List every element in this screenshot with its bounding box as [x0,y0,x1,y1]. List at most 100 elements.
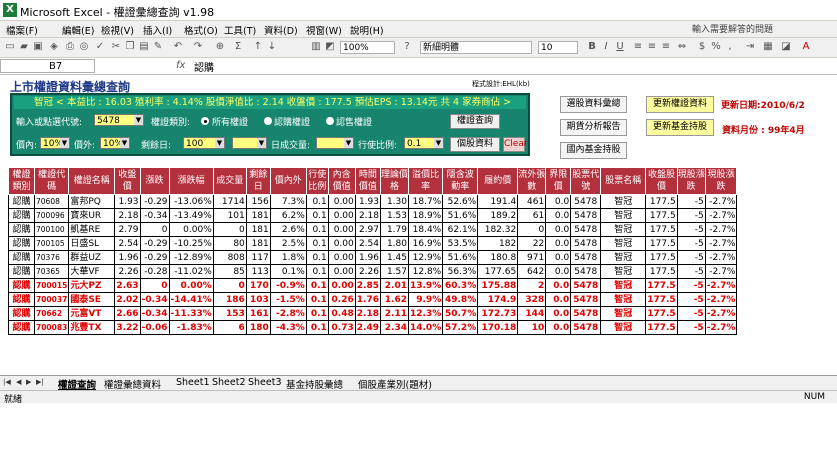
days-max-input[interactable]: ▼ [232,137,267,149]
table-cell[interactable]: 0.0 [545,222,572,237]
undo-icon[interactable]: ↶ [172,41,184,53]
table-cell[interactable]: 2.97 [354,222,381,237]
table-cell[interactable]: -0.06 [139,320,170,335]
table-cell[interactable]: 0.0 [545,194,572,209]
table-cell[interactable]: 103 [245,292,271,307]
table-cell[interactable]: 189.2 [477,208,519,223]
table-cell[interactable]: 2.26 [354,264,381,279]
table-cell[interactable]: 0.00 [327,264,356,279]
table-cell[interactable]: 認購 [8,278,35,293]
table-cell[interactable]: 153 [212,306,247,321]
chart-wizard-icon[interactable]: ▥ [310,41,322,53]
table-cell[interactable]: 700105 [33,236,70,251]
table-cell[interactable]: 170.18 [477,320,519,335]
tab-industry[interactable]: 個股產業別(題材) [358,377,432,391]
table-cell[interactable]: 0.00 [327,208,356,223]
sort-asc-icon[interactable]: ↑ [252,41,264,53]
stock-info-button[interactable]: 個股資料 [450,137,500,152]
table-cell[interactable]: 0.00 [327,236,356,251]
table-cell[interactable]: 0.0 [545,264,572,279]
underline-icon[interactable]: U [614,41,626,53]
table-cell[interactable]: 大華VF [68,264,116,279]
update-fund-button[interactable]: 更新基金持股 [646,119,714,136]
table-cell[interactable]: 認購 [8,250,35,265]
table-cell[interactable]: -0.9% [269,278,307,293]
table-cell[interactable]: 186 [212,292,247,307]
table-row[interactable]: 認購 700096 寶來UR 2.18 -0.34 -13.49% 101 181 6.2% 0.… [8,208,738,223]
table-cell[interactable]: 181 [245,222,271,237]
table-cell[interactable]: 5478 [570,222,602,237]
table-cell[interactable]: -5 [676,250,706,265]
table-cell[interactable]: 971 [517,250,547,265]
table-cell[interactable]: 0.1 [305,320,329,335]
table-cell[interactable]: 1.53 [379,208,409,223]
table-cell[interactable]: 13.9% [407,278,444,293]
table-cell[interactable]: 180 [245,320,271,335]
table-cell[interactable]: 智冠 [600,306,647,321]
table-cell[interactable]: -5 [676,292,706,307]
table-cell[interactable]: 181 [245,208,271,223]
table-cell[interactable]: 177.5 [645,236,678,251]
table-cell[interactable]: 2.49 [354,320,381,335]
table-cell[interactable]: 0.00% [168,222,214,237]
table-cell[interactable]: 0 [212,278,247,293]
table-cell[interactable]: 12.9% [407,250,444,265]
help-icon[interactable]: ? [401,41,413,53]
table-cell[interactable]: 2.18 [114,208,141,223]
table-row[interactable]: 認購 700083 兆豐TX 3.22 -0.06 -1.83% 6 180 -4.3% 0.1 0… [8,320,738,335]
table-cell[interactable]: 5478 [570,264,602,279]
table-cell[interactable]: 0.00 [327,278,356,293]
first-sheet-icon[interactable]: |◀ [3,378,11,386]
table-cell[interactable]: 1.62 [379,292,409,307]
table-cell[interactable]: 1.45 [379,250,409,265]
table-row[interactable]: 認購 700105 日盛SL 2.54 -0.29 -10.25% 80 181 2.5% 0.1… [8,236,738,251]
tab-sheet3[interactable]: Sheet3 [248,377,282,388]
table-cell[interactable]: 認購 [8,222,35,237]
menu-edit[interactable]: 編輯(E) [62,23,94,37]
table-cell[interactable]: 2.5% [269,236,307,251]
table-cell[interactable]: -2.7% [704,278,738,293]
table-cell[interactable]: 144 [517,306,547,321]
bold-icon[interactable]: B [586,41,598,53]
select-summary-button[interactable]: 選股資料彙總 [560,96,627,113]
table-cell[interactable]: -5 [676,236,706,251]
new-file-icon[interactable]: ▭ [4,41,16,53]
next-sheet-icon[interactable]: ▶ [26,378,31,386]
table-cell[interactable]: -14.41% [168,292,214,307]
table-cell[interactable]: 2.18 [354,306,381,321]
table-cell[interactable]: 智冠 [600,278,647,293]
table-cell[interactable]: 0.1 [305,264,329,279]
table-cell[interactable]: -12.89% [168,250,214,265]
spelling-icon[interactable]: ✓ [94,41,106,53]
table-cell[interactable]: -5 [676,208,706,223]
tab-warrant-summary[interactable]: 權證彙總資料 [104,377,161,391]
table-cell[interactable]: 0.1 [305,306,329,321]
code-input[interactable]: 5478 ▼ [94,114,144,126]
table-cell[interactable]: 5478 [570,320,602,335]
table-cell[interactable]: 700083 [33,320,70,335]
table-cell[interactable]: 2.18 [354,208,381,223]
chevron-down-icon[interactable]: ▼ [134,115,143,125]
table-cell[interactable]: 智冠 [600,292,647,307]
zoom-select[interactable]: 100% [340,41,395,54]
table-cell[interactable]: -5 [676,306,706,321]
table-cell[interactable]: 2.54 [354,236,381,251]
table-cell[interactable]: 177.5 [645,250,678,265]
prev-sheet-icon[interactable]: ◀ [16,378,21,386]
table-cell[interactable]: 0.0 [545,320,572,335]
table-cell[interactable]: 認購 [8,208,35,223]
table-cell[interactable]: 認購 [8,292,35,307]
volume-input[interactable]: ▼ [316,137,354,149]
table-cell[interactable]: 認購 [8,320,35,335]
menu-help[interactable]: 說明(H) [350,23,384,37]
table-cell[interactable]: 0.1 [305,236,329,251]
print-preview-icon[interactable]: ◎ [78,41,90,53]
table-cell[interactable]: 808 [212,250,247,265]
table-cell[interactable]: 0.0 [545,208,572,223]
table-cell[interactable]: 1.93 [354,194,381,209]
table-cell[interactable]: 1.96 [114,250,141,265]
menu-insert[interactable]: 插入(I) [143,23,172,37]
table-cell[interactable]: 3.22 [114,320,141,335]
table-cell[interactable]: 寶來UR [68,208,116,223]
table-cell[interactable]: 1.79 [379,222,409,237]
